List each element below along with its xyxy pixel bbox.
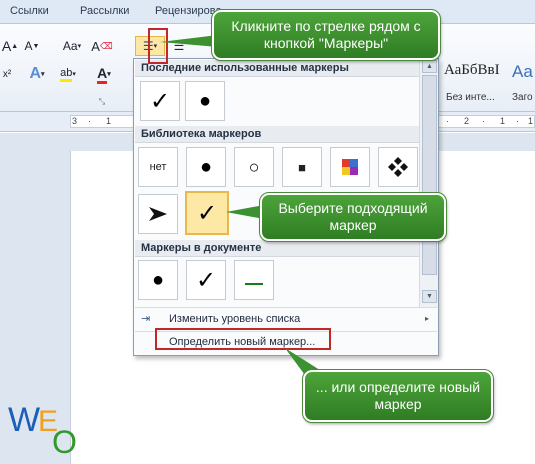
square-icon: ■ [298, 159, 306, 175]
document-dot-bullet[interactable]: ● [138, 260, 178, 300]
dot-icon: ● [198, 90, 212, 112]
document-check-bullet[interactable]: ✓ [186, 260, 226, 300]
recent-check-bullet[interactable]: ✓ [140, 81, 180, 121]
dialog-launcher-icon[interactable]: ⤡ [96, 92, 108, 112]
svg-text:O: O [52, 424, 77, 459]
style-caption-heading: Заго [512, 92, 533, 103]
dot-icon: ● [199, 156, 213, 178]
scroll-thumb[interactable] [422, 75, 437, 275]
ruler-number: · [446, 116, 449, 126]
clear-formatting-icon[interactable]: A ⌫ [91, 36, 112, 56]
superscript-icon[interactable]: x² [0, 64, 14, 84]
arrowhead-icon [149, 207, 167, 221]
tab-mailings[interactable]: Рассылки [80, 5, 129, 17]
font-color-icon[interactable]: A ▾ [92, 64, 116, 84]
font-grow-icon[interactable]: A ▲ [2, 36, 18, 56]
ruler-number: 1 [106, 116, 112, 126]
scroll-down-icon[interactable]: ▼ [422, 290, 437, 303]
style-preview-normal[interactable]: АаБбВвI [444, 62, 500, 79]
submenu-arrow-icon: ▸ [425, 314, 430, 323]
library-square-bullet[interactable]: ■ [282, 147, 322, 187]
callout-click-arrow: Кликните по стрелке рядом с кнопкой "Мар… [211, 9, 441, 61]
section-recent-header: Последние использованные маркеры [135, 60, 419, 77]
change-case-button[interactable]: Aa ▾ [60, 36, 84, 56]
tab-references[interactable]: Ссылки [10, 5, 49, 17]
define-new-highlight [155, 328, 331, 350]
circle-icon: ○ [248, 157, 260, 177]
svg-text:W: W [8, 401, 40, 439]
library-circle-bullet[interactable]: ○ [234, 147, 274, 187]
library-check-bullet-selected[interactable]: ✓ [185, 191, 229, 235]
scroll-up-icon[interactable]: ▲ [422, 60, 437, 73]
change-list-level-menu-item[interactable]: ⇥ Изменить уровень списка ▸ [135, 308, 437, 330]
callout-choose-bullet: Выберите подходящий маркер [259, 192, 447, 242]
change-list-level-label: Изменить уровень списка [169, 313, 301, 325]
ruler-number: · [482, 116, 485, 126]
recent-dot-bullet[interactable]: ● [185, 81, 225, 121]
ruler-number: 1 [500, 116, 506, 126]
callout-define-new: ... или определите новый маркер [302, 369, 494, 423]
library-arrowhead-bullet[interactable] [138, 194, 178, 234]
gallery-scrollbar[interactable]: ▲ ▼ [419, 59, 438, 307]
library-none-bullet[interactable]: нет [138, 147, 178, 187]
font-shrink-icon[interactable]: A ▼ [24, 36, 40, 56]
ruler-number: 3 [72, 116, 78, 126]
callout-pointer-top [160, 35, 218, 47]
check-icon: ✓ [149, 87, 171, 115]
library-diamond-cluster-bullet[interactable] [378, 147, 418, 187]
ruler-number: 1 [528, 116, 534, 126]
none-label: нет [149, 161, 167, 173]
style-preview-heading[interactable]: Aa [512, 62, 533, 82]
diamond-cluster-icon [388, 157, 408, 177]
weo-logo: W E O [6, 395, 86, 460]
check-icon: ✓ [196, 199, 218, 227]
style-caption-normal: Без инте... [446, 92, 495, 103]
text-effects-icon[interactable]: A ▾ [26, 64, 48, 84]
highlight-icon[interactable]: ab ▾ [56, 64, 80, 84]
weo-logo-graphic: W E O [8, 401, 77, 460]
list-level-icon: ⇥ [141, 313, 151, 325]
ruler-number: · [88, 116, 91, 126]
ruler-number: · [516, 116, 519, 126]
section-document-header: Маркеры в документе [135, 240, 419, 257]
dot-icon: ● [151, 269, 165, 291]
library-dot-bullet[interactable]: ● [186, 147, 226, 187]
four-color-icon [342, 159, 358, 175]
check-icon: ✓ [195, 266, 217, 294]
document-dash-bullet[interactable] [234, 260, 274, 300]
dash-icon [245, 283, 263, 285]
library-four-color-bullet[interactable] [330, 147, 370, 187]
ruler-number: 2 [464, 116, 470, 126]
section-library-header: Библиотека маркеров [135, 126, 419, 143]
